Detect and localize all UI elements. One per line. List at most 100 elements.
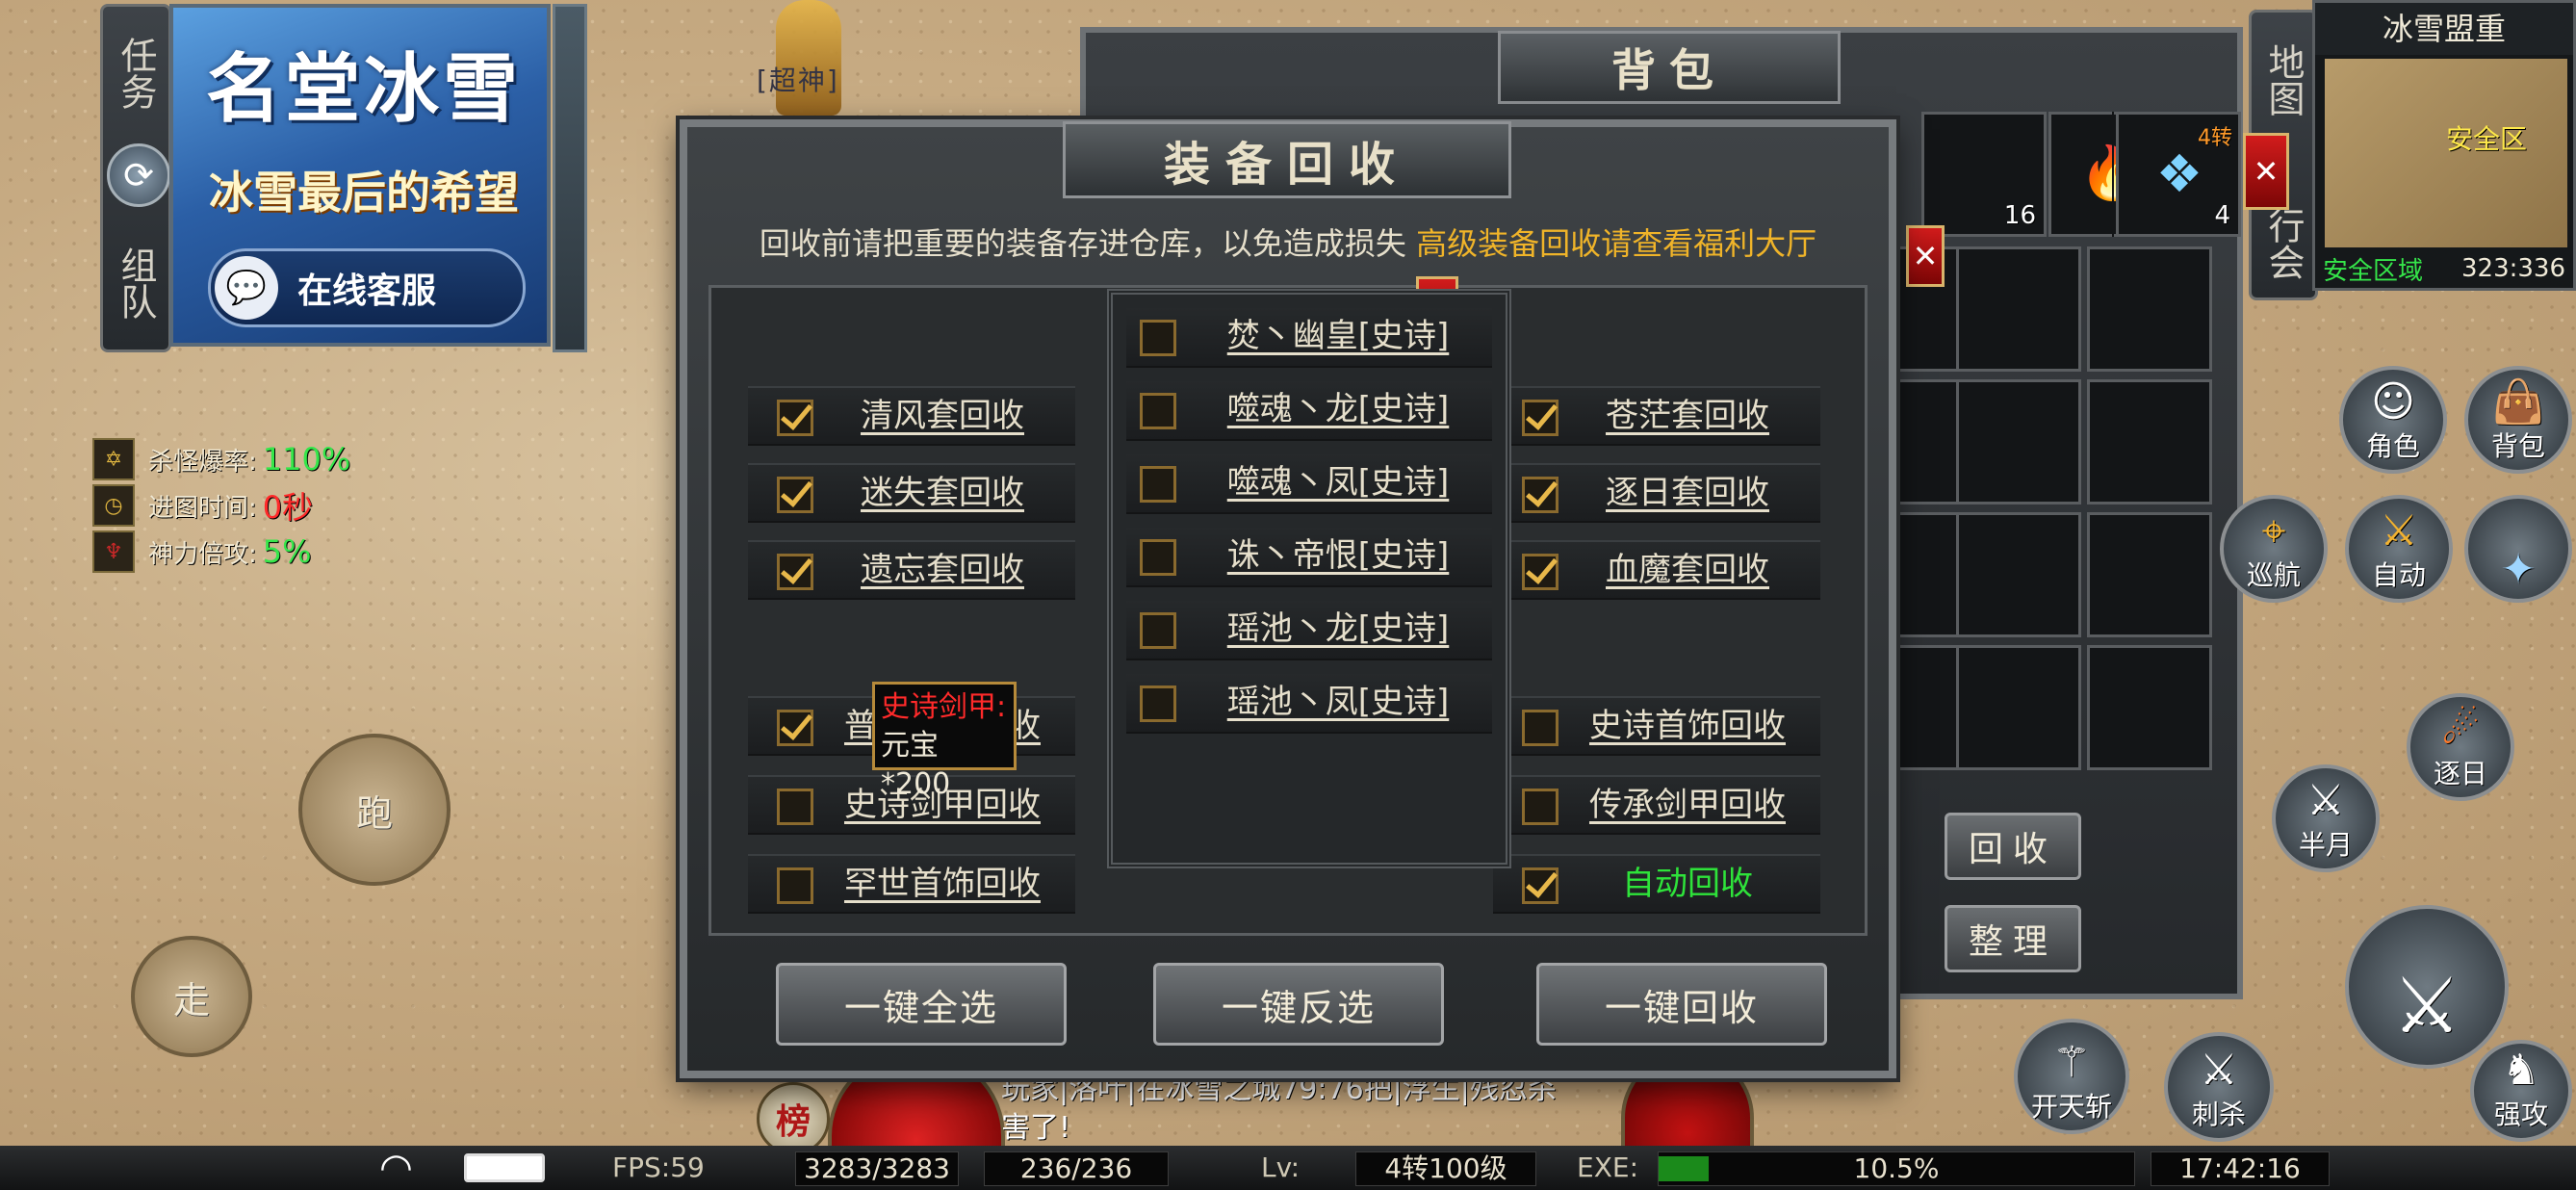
checkbox[interactable] — [777, 554, 813, 590]
option-row[interactable]: 罕世首饰回收 — [748, 854, 1075, 914]
bag-sort-button[interactable]: 整理 — [1945, 905, 2081, 972]
option-row[interactable]: 传承剑甲回收 — [1493, 775, 1820, 835]
bag-slot[interactable] — [2087, 645, 2212, 770]
minimap-footer: 安全区域 323:336 — [2315, 249, 2573, 288]
invert-selection-button[interactable]: 一键反选 — [1153, 963, 1444, 1046]
skill-kaitian-button[interactable]: ⚚ 开天斩 — [2014, 1019, 2129, 1134]
option-row[interactable]: 瑶池丶龙[史诗] — [1126, 601, 1492, 660]
guild-tab[interactable]: 行会 — [2252, 195, 2315, 292]
option-row[interactable]: 迷失套回收 — [748, 463, 1075, 523]
checkbox[interactable] — [777, 789, 813, 825]
checkbox[interactable] — [1522, 477, 1558, 513]
checkbox[interactable] — [1522, 400, 1558, 436]
minimap[interactable]: 冰雪盟重 安全区 安全区域 323:336 — [2312, 0, 2576, 291]
character-name: [超神] — [757, 65, 839, 96]
option-label: 罕世首饰回收 — [844, 865, 1041, 903]
map-tab[interactable]: 地图 — [2252, 32, 2315, 128]
player-character[interactable] — [776, 0, 841, 116]
bottom-status-bar: ◠ FPS:59 3283/3283 236/236 Lv: 4转100级 EX… — [0, 1146, 2576, 1190]
tooltip-reward: 元宝*200 — [881, 729, 951, 801]
navigate-button[interactable]: ⌖ 巡航 — [2220, 495, 2328, 603]
online-service-label: 在线客服 — [297, 272, 437, 311]
bag-close-icon[interactable]: ✕ — [2243, 133, 2289, 210]
checkbox[interactable] — [1140, 686, 1176, 722]
stat-value: 110% — [262, 441, 351, 478]
character-portrait-icon: ☺ — [2371, 377, 2415, 427]
checkbox[interactable] — [1522, 789, 1558, 825]
skill-cisha-label: 刺杀 — [2191, 1099, 2246, 1130]
option-row[interactable]: 噬魂丶凤[史诗] — [1126, 454, 1492, 514]
option-row[interactable]: 血魔套回收 — [1493, 540, 1820, 600]
dialog-notice: 回收前请把重要的装备存进仓库，以免造成损失 高级装备回收请查看福利大厅 — [687, 220, 1889, 264]
bag-slot[interactable] — [1956, 512, 2081, 637]
banner-collapse-handle[interactable] — [553, 4, 587, 352]
option-label: 苍茫套回收 — [1606, 397, 1769, 435]
notice-highlight-link[interactable]: 高级装备回收请查看福利大厅 — [1416, 225, 1816, 262]
refresh-icon[interactable]: ⟳ — [107, 143, 170, 207]
checkbox[interactable] — [777, 867, 813, 904]
skill-cisha-button[interactable]: ⚔ 刺杀 — [2164, 1032, 2274, 1142]
warrior-silhouette-icon: ♞ — [2502, 1046, 2540, 1095]
bag-slot[interactable]: 4转 ❖ 4 — [2116, 112, 2241, 237]
stat-label: 进图时间: — [148, 493, 257, 523]
safe-zone-marker: 安全区 — [2446, 123, 2528, 155]
bag-recycle-button[interactable]: 回收 — [1945, 813, 2081, 880]
bag-slot[interactable] — [1956, 645, 2081, 770]
checkbox[interactable] — [1140, 393, 1176, 429]
skill-banyue-button[interactable]: ⚔ 半月 — [2272, 764, 2380, 872]
bag-slot[interactable] — [1956, 246, 2081, 372]
dialog-title: 装备回收 — [1063, 121, 1511, 198]
checkbox[interactable] — [1140, 466, 1176, 503]
option-row[interactable]: 瑶池丶凤[史诗] — [1126, 674, 1492, 734]
battery-icon — [464, 1153, 545, 1182]
option-row[interactable]: 噬魂丶龙[史诗] — [1126, 381, 1492, 441]
item-tooltip: 史诗剑甲: 元宝*200 — [872, 682, 1017, 801]
checkbox[interactable] — [777, 710, 813, 746]
online-service-button[interactable]: 💬 在线客服 — [208, 248, 526, 327]
walk-button[interactable]: 走 — [131, 936, 252, 1057]
option-row[interactable]: 苍茫套回收 — [1493, 386, 1820, 446]
checkbox[interactable] — [777, 477, 813, 513]
run-button[interactable]: 跑 — [298, 734, 451, 886]
option-label: 史诗首饰回收 — [1589, 707, 1786, 745]
checkbox[interactable] — [1522, 554, 1558, 590]
main-attack-button[interactable]: ⚔ — [2345, 905, 2509, 1069]
select-all-button[interactable]: 一键全选 — [776, 963, 1067, 1046]
auto-recycle-row[interactable]: 自动回收 — [1493, 854, 1820, 914]
bag-lock-close-icon[interactable]: ✕ — [1906, 225, 1945, 287]
option-row[interactable]: 遗忘套回收 — [748, 540, 1075, 600]
option-label: 传承剑甲回收 — [1589, 786, 1786, 824]
bag-button[interactable]: 👜 背包 — [2464, 366, 2572, 474]
auto-button[interactable]: ⚔ 自动 — [2345, 495, 2453, 603]
area-name: 安全区域 — [2323, 256, 2424, 286]
checkbox[interactable] — [1140, 539, 1176, 576]
option-row[interactable]: 焚丶幽皇[史诗] — [1126, 308, 1492, 368]
team-tab[interactable]: 组队 — [103, 230, 168, 336]
option-row[interactable]: 清风套回收 — [748, 386, 1075, 446]
auto-recycle-checkbox[interactable] — [1522, 867, 1558, 904]
character-button[interactable]: ☺ 角色 — [2339, 366, 2447, 474]
crystal-icon: ❖ — [2155, 142, 2203, 204]
strengthen-button[interactable]: ♞ 强攻 — [2470, 1040, 2572, 1142]
bag-slot[interactable]: 16 — [1921, 112, 2047, 237]
skill-banyue-label: 半月 — [2298, 829, 2353, 861]
checkbox[interactable] — [777, 400, 813, 436]
promo-banner[interactable]: 名堂冰雪 冰雪最后的希望 💬 在线客服 — [169, 4, 551, 347]
rank-button[interactable]: 榜 — [757, 1082, 830, 1155]
thrust-sword-icon: ⚔ — [2200, 1046, 2238, 1095]
option-row[interactable]: 诛丶帝恨[史诗] — [1126, 528, 1492, 587]
bag-slot[interactable] — [2087, 379, 2212, 504]
checkbox[interactable] — [1140, 320, 1176, 356]
minimap-view[interactable]: 安全区 — [2325, 59, 2567, 247]
option-row[interactable]: 逐日套回收 — [1493, 463, 1820, 523]
bag-slot[interactable] — [1956, 379, 2081, 504]
checkbox[interactable] — [1140, 612, 1176, 649]
bag-slot[interactable] — [2087, 512, 2212, 637]
skill-zhuri-button[interactable]: ☄ 逐日 — [2407, 693, 2514, 801]
task-tab[interactable]: 任务 — [103, 20, 168, 126]
checkbox[interactable] — [1522, 710, 1558, 746]
recycle-all-button[interactable]: 一键回收 — [1536, 963, 1827, 1046]
special-skill-button[interactable]: ✦ — [2464, 495, 2572, 603]
bag-slot[interactable] — [2087, 246, 2212, 372]
option-row[interactable]: 史诗首饰回收 — [1493, 696, 1820, 756]
